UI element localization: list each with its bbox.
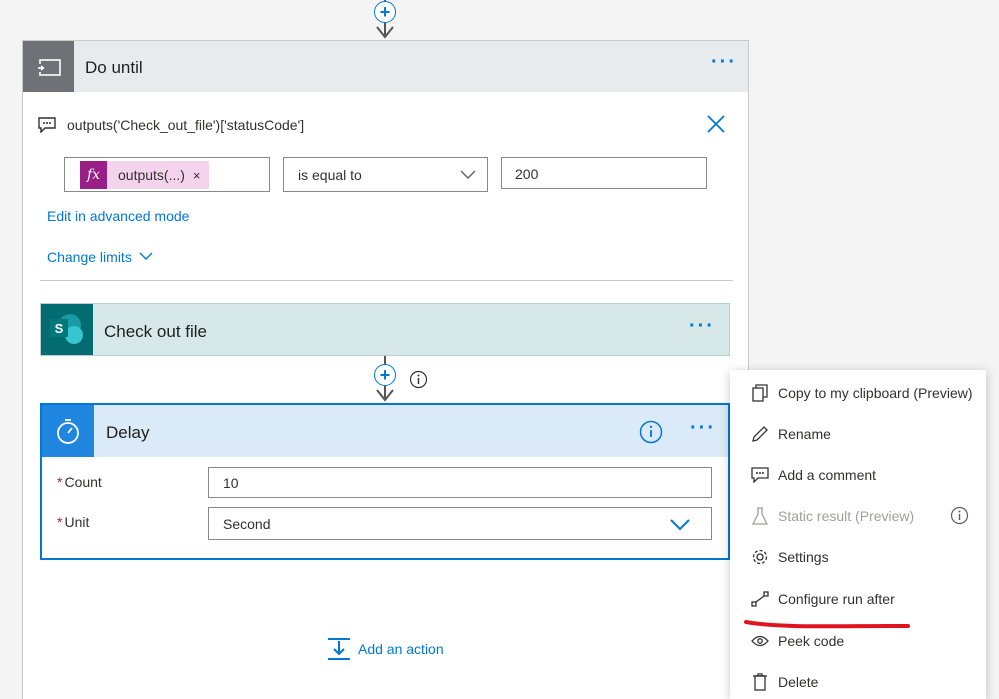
arrow-down-icon	[376, 389, 394, 402]
beaker-icon	[751, 506, 769, 525]
comment-icon	[751, 466, 769, 484]
unit-label: * Unit	[57, 514, 90, 530]
delay-card: Delay ··· * Count 10 * Unit Second	[40, 403, 730, 560]
edit-advanced-mode-link[interactable]: Edit in advanced mode	[47, 208, 189, 224]
comment-icon	[38, 117, 56, 133]
sharepoint-icon: S	[41, 304, 93, 355]
delay-header[interactable]: Delay ···	[42, 405, 728, 457]
condition-title: outputs('Check_out_file')['statusCode']	[67, 117, 305, 133]
do-until-title: Do until	[85, 58, 143, 77]
pencil-icon	[751, 425, 769, 443]
operator-value: is equal to	[298, 167, 362, 183]
add-action-label: Add an action	[358, 641, 444, 657]
unit-select[interactable]: Second	[208, 507, 712, 540]
delay-title: Delay	[106, 423, 150, 442]
close-icon[interactable]	[706, 114, 726, 134]
menu-item-label: Configure run after	[778, 590, 895, 607]
timer-icon	[42, 405, 94, 457]
info-icon[interactable]	[639, 420, 663, 444]
gear-icon	[751, 548, 769, 566]
chevron-down-icon	[670, 519, 690, 531]
condition-operator-select[interactable]: is equal to	[283, 157, 488, 192]
menu-item-settings[interactable]: Settings	[730, 536, 986, 577]
menu-item-delete[interactable]: Delete	[730, 661, 986, 699]
do-until-icon	[23, 41, 74, 92]
condition-value-input[interactable]: 200	[501, 157, 707, 189]
delay-more-icon[interactable]: ···	[690, 418, 716, 438]
menu-item-label: Rename	[778, 425, 831, 442]
add-action-icon	[328, 638, 350, 660]
insert-step-button-top[interactable]: +	[374, 1, 396, 23]
insert-step-button[interactable]: +	[374, 364, 396, 386]
do-until-header[interactable]: Do until ···	[23, 41, 748, 92]
token-label: outputs(...)	[118, 167, 185, 183]
count-value: 10	[223, 475, 239, 491]
do-until-more-icon[interactable]: ···	[711, 52, 737, 72]
menu-item-label: Add a comment	[778, 466, 877, 483]
copy-icon	[751, 383, 769, 402]
check-out-file-card[interactable]: S Check out file ···	[40, 303, 730, 356]
fx-icon: fx	[80, 161, 107, 189]
menu-item-label: Copy to my clipboard (Preview)	[778, 384, 973, 401]
check-out-more-icon[interactable]: ···	[689, 316, 715, 336]
menu-item-label: Static result (Preview)	[778, 507, 915, 524]
check-out-file-title: Check out file	[104, 322, 207, 341]
divider	[40, 280, 733, 281]
menu-item-label: Delete	[778, 673, 819, 690]
menu-item-rename[interactable]: Rename	[730, 413, 986, 454]
count-label: * Count	[57, 474, 102, 490]
menu-item-copy[interactable]: Copy to my clipboard (Preview)	[730, 372, 986, 413]
token-remove-icon[interactable]: ×	[193, 168, 209, 183]
menu-item-static-result: Static result (Preview)	[730, 495, 986, 536]
chevron-down-icon[interactable]	[139, 252, 153, 261]
chevron-down-icon	[460, 170, 476, 179]
unit-value: Second	[223, 516, 271, 532]
arrow-down-icon	[376, 26, 394, 39]
condition-value: 200	[515, 166, 539, 182]
condition-left-operand[interactable]: fx outputs(...) ×	[64, 157, 270, 192]
menu-item-add-comment[interactable]: Add a comment	[730, 454, 986, 495]
count-input[interactable]: 10	[208, 467, 712, 498]
info-icon[interactable]	[409, 370, 428, 389]
change-limits-link[interactable]: Change limits	[47, 249, 132, 265]
expression-token[interactable]: fx outputs(...) ×	[80, 161, 209, 189]
trash-icon	[751, 672, 769, 691]
plus-icon: +	[379, 365, 391, 385]
context-menu: Copy to my clipboard (Preview) Rename Ad…	[730, 370, 986, 699]
run-after-icon	[751, 590, 769, 608]
add-action-button[interactable]: Add an action	[327, 636, 444, 662]
info-icon[interactable]	[950, 506, 969, 525]
annotation-underline	[744, 620, 910, 629]
menu-item-label: Settings	[778, 548, 829, 565]
plus-icon: +	[379, 2, 391, 22]
